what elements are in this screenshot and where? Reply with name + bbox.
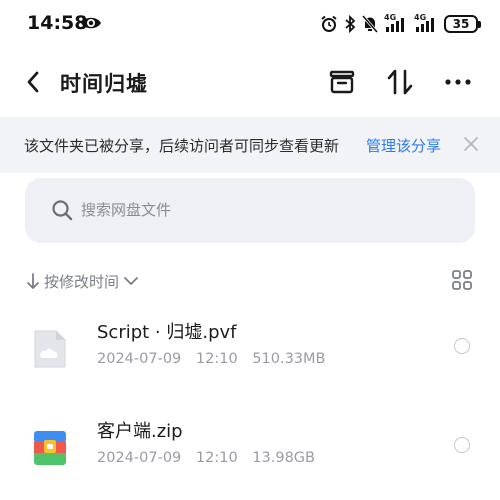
grid-view-icon[interactable] <box>451 269 473 291</box>
file-meta: 2024-07-09 12:10 13.98GB <box>97 450 325 466</box>
cloud-file-icon <box>34 330 66 368</box>
sort-dropdown[interactable]: 按修改时间 <box>26 268 139 294</box>
select-radio[interactable] <box>454 338 470 354</box>
sort-label: 按修改时间 <box>44 272 120 291</box>
network-type-2: 4G <box>414 13 427 22</box>
file-date: 2024-07-09 <box>97 450 182 466</box>
file-date: 2024-07-09 <box>97 351 182 367</box>
file-name: Script · 归墟.pvf <box>97 322 237 343</box>
file-meta: 2024-07-09 12:10 510.33MB <box>97 351 336 367</box>
file-size: 510.33MB <box>252 351 326 367</box>
chevron-down-icon <box>124 277 138 285</box>
search-box[interactable] <box>25 178 475 243</box>
archive-icon[interactable] <box>326 66 358 98</box>
zip-archive-icon <box>34 431 66 465</box>
alarm-icon <box>321 15 337 32</box>
search-input[interactable] <box>81 198 441 222</box>
status-time: 14:58 <box>27 12 88 34</box>
list-item[interactable]: Script · 归墟.pvf 2024-07-09 12:10 510.33M… <box>0 318 500 398</box>
select-radio[interactable] <box>454 437 470 453</box>
network-type-1: 4G <box>384 13 397 22</box>
page-title: 时间归墟 <box>60 72 148 96</box>
file-time: 12:10 <box>195 351 238 367</box>
header: 时间归墟 <box>0 52 500 112</box>
share-notice-banner: 该文件夹已被分享，后续访问者可同步查看更新 管理该分享 <box>0 117 500 173</box>
sort-swap-icon[interactable] <box>384 66 416 98</box>
file-size: 13.98GB <box>252 450 315 466</box>
manage-share-link[interactable]: 管理该分享 <box>366 135 441 156</box>
share-notice-text: 该文件夹已被分享，后续访问者可同步查看更新 <box>24 137 340 155</box>
list-item[interactable]: 客户端.zip 2024-07-09 12:10 13.98GB <box>0 417 500 497</box>
status-icons: 4G 4G 35 <box>320 12 481 36</box>
status-bar: 14:58 4G 4G 35 <box>0 0 500 48</box>
search-icon <box>52 200 73 221</box>
close-icon[interactable] <box>462 135 480 153</box>
file-name: 客户端.zip <box>97 421 183 442</box>
back-icon[interactable] <box>22 68 46 96</box>
signal-2: 4G <box>414 13 438 33</box>
file-time: 12:10 <box>195 450 238 466</box>
bluetooth-icon <box>345 15 356 33</box>
mute-bell-icon <box>362 15 378 33</box>
eye-icon <box>81 17 101 29</box>
more-icon[interactable] <box>442 66 474 98</box>
signal-1: 4G <box>384 13 408 33</box>
arrow-down-icon <box>27 273 39 289</box>
battery-indicator: 35 <box>444 15 481 33</box>
